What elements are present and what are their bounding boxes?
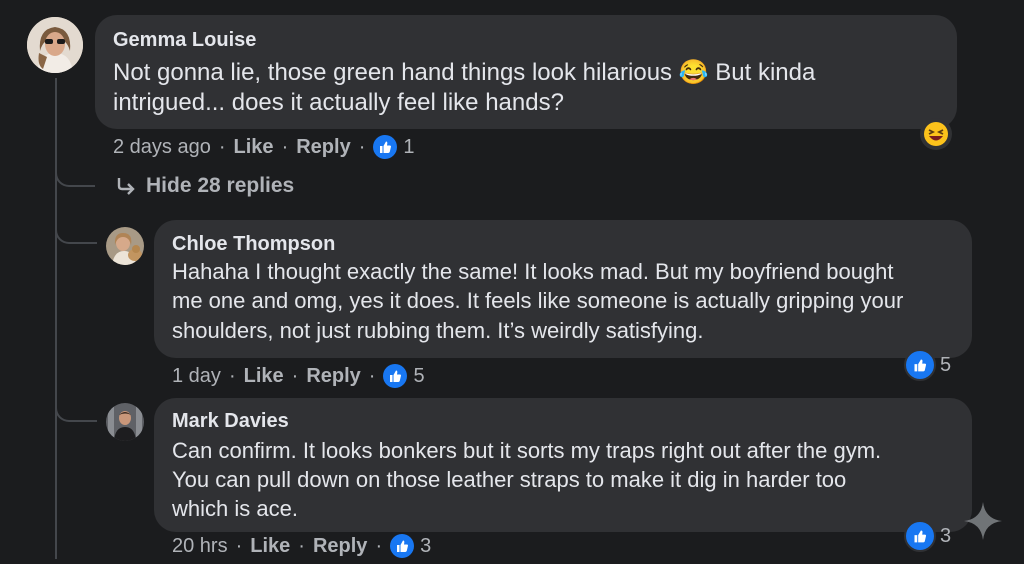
reply-meta: 20 hrs · Like · Reply · 3: [172, 533, 431, 559]
reply-text-line: Can confirm. It looks bonkers but it sor…: [172, 438, 882, 463]
reply-arrow-icon: [117, 178, 135, 195]
like-count[interactable]: 3: [420, 535, 431, 558]
like-count[interactable]: 5: [413, 365, 424, 388]
thread-elbow-reply-2: [55, 398, 97, 422]
like-button[interactable]: Like: [250, 535, 290, 558]
separator-dot: ·: [281, 135, 289, 158]
comment-text-line-2: intrigued... does it actually feel like …: [113, 89, 564, 116]
reply-button[interactable]: Reply: [306, 365, 360, 388]
reaction-summary[interactable]: 3: [904, 520, 951, 552]
avatar[interactable]: [106, 227, 144, 265]
reply-text-line: which is ace.: [172, 496, 298, 521]
thread-elbow-reply-1: [55, 220, 97, 244]
like-button[interactable]: Like: [244, 365, 284, 388]
like-reaction-icon: [904, 520, 936, 552]
comment-text-segment: Not gonna lie, those green hand things l…: [113, 59, 673, 86]
like-reaction-icon: [904, 349, 936, 381]
thread-line-main: [55, 78, 57, 559]
thread-elbow-hide: [55, 163, 95, 187]
like-reaction-icon[interactable]: [390, 534, 415, 558]
separator-dot: ·: [218, 135, 226, 158]
separator-dot: ·: [368, 364, 376, 387]
laughing-emoji-icon[interactable]: [920, 118, 952, 150]
comment-text-line-1: Not gonna lie, those green hand things l…: [113, 58, 815, 87]
avatar[interactable]: [27, 17, 83, 73]
comment-author[interactable]: Gemma Louise: [113, 29, 256, 52]
reply-button[interactable]: Reply: [296, 136, 350, 159]
like-reaction-icon[interactable]: [383, 364, 408, 388]
separator-dot: ·: [291, 364, 299, 387]
like-reaction-icon[interactable]: [373, 135, 398, 159]
reply-author[interactable]: Mark Davies: [172, 410, 289, 433]
reply-meta: 1 day · Like · Reply · 5: [172, 363, 425, 389]
separator-dot: ·: [298, 534, 305, 557]
separator-dot: ·: [358, 135, 366, 158]
like-count[interactable]: 1: [403, 136, 414, 159]
comment-meta: 2 days ago · Like · Reply · 1: [113, 134, 415, 160]
reply-timestamp[interactable]: 1 day: [172, 365, 221, 388]
separator-dot: ·: [235, 534, 243, 557]
separator-dot: ·: [228, 364, 236, 387]
reply-text-line: me one and omg, yes it does. It feels li…: [172, 288, 904, 313]
reaction-count: 5: [940, 353, 952, 376]
separator-dot: ·: [375, 534, 383, 557]
reaction-summary[interactable]: 5: [904, 349, 951, 381]
hide-replies-label: Hide 28 replies: [146, 174, 295, 197]
comment-text-segment-tail: But kinda: [715, 59, 816, 86]
reply-button[interactable]: Reply: [313, 535, 367, 558]
reply-timestamp[interactable]: 20 hrs: [172, 535, 228, 558]
reply-text-line: shoulders, not just rubbing them. It’s w…: [172, 318, 704, 343]
sparkle-icon: [962, 500, 1004, 542]
comment-timestamp[interactable]: 2 days ago: [113, 136, 211, 159]
tears-of-joy-emoji-icon: 😂: [678, 59, 709, 86]
avatar[interactable]: [106, 403, 144, 441]
reply-author[interactable]: Chloe Thompson: [172, 233, 335, 256]
reaction-count: 3: [940, 524, 952, 547]
hide-replies-button[interactable]: Hide 28 replies: [115, 174, 294, 198]
reply-text-line: Hahaha I thought exactly the same! It lo…: [172, 259, 894, 284]
like-button[interactable]: Like: [234, 136, 274, 159]
reply-text-line: You can pull down on those leather strap…: [172, 467, 847, 492]
